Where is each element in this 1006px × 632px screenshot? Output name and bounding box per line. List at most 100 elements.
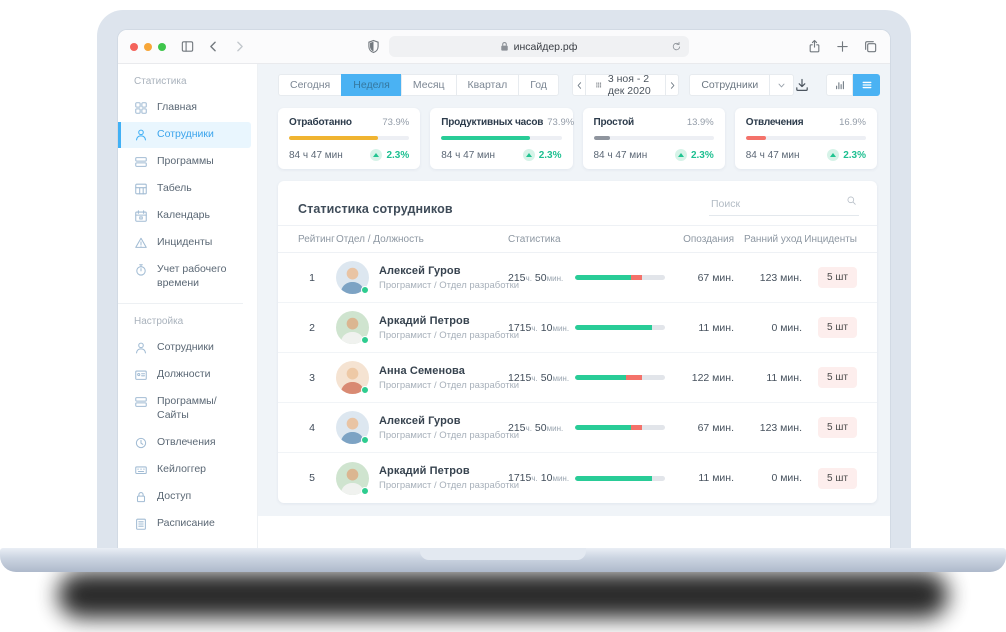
sidebar-item-label: Должности — [157, 368, 211, 381]
filters-toolbar: Сегодня Неделя Месяц Квартал Год 3 ноя -… — [278, 73, 881, 97]
close-window-button[interactable] — [130, 42, 138, 51]
new-tab-icon[interactable] — [835, 39, 850, 54]
statistics-cell: 1715ч. 10мин. — [508, 322, 673, 334]
period-tab[interactable]: Месяц — [400, 74, 457, 96]
sidebar-item[interactable]: Отвлечения — [118, 430, 251, 456]
address-bar[interactable]: инсайдер.рф — [388, 36, 689, 57]
sidebar-item-label: Календарь — [157, 209, 210, 221]
back-icon[interactable] — [206, 39, 221, 54]
change-badge: 2.3% — [522, 149, 562, 161]
stat-card-title: Отвлечения — [745, 117, 804, 128]
stat-card-percent: 13.9% — [686, 117, 714, 128]
sidebar-toggle-icon[interactable] — [180, 39, 195, 54]
sidebar-item[interactable]: Календарь — [118, 203, 251, 229]
laptop-shadow — [58, 572, 948, 618]
table-row[interactable]: 2 Аркадий Петров Програмист / Отдел разр… — [278, 303, 877, 353]
sidebar-item-label: Расписание — [157, 516, 215, 529]
sidebar-item[interactable]: Программы/Сайты — [118, 389, 251, 428]
column-header: Рейтинг — [298, 233, 335, 245]
sidebar-item[interactable]: Сотрудники — [118, 335, 251, 361]
statistics-cell: 215ч. 50мин. — [508, 422, 673, 434]
period-tab[interactable]: Год — [518, 74, 559, 96]
stat-card-percent: 16.9% — [839, 117, 866, 128]
period-tab[interactable]: Неделя — [341, 74, 402, 96]
sidebar-item[interactable]: Инциденты — [118, 230, 251, 256]
sidebar-item-icon — [134, 155, 148, 169]
employee-role: Програмист / Отдел разработки — [379, 429, 520, 441]
time-value: 1715ч. 10мин. — [508, 472, 570, 484]
sidebar-item-label: Доступ — [157, 489, 192, 502]
incidents-badge: 5 шт — [818, 367, 857, 388]
period-tab[interactable]: Сегодня — [278, 74, 343, 96]
zoom-window-button[interactable] — [158, 42, 166, 51]
sidebar-item[interactable]: Учет рабочего времени — [118, 257, 251, 296]
sidebar-item[interactable]: Программы — [118, 149, 251, 175]
forward-icon[interactable] — [232, 39, 247, 54]
activity-bar — [575, 325, 665, 330]
sidebar-item-label: Отвлечения — [157, 435, 216, 448]
incidents-badge: 5 шт — [818, 417, 857, 438]
hamburger-icon — [861, 79, 873, 91]
sidebar-item-label: Табель — [157, 182, 192, 194]
late-cell: 122 мин. — [691, 371, 734, 384]
sidebar-item-label: Кейлоггер — [157, 462, 207, 475]
date-range-picker: 3 ноя - 2 дек 2020 — [571, 73, 680, 97]
rank-cell: 1 — [309, 271, 315, 284]
rank-cell: 4 — [309, 421, 315, 434]
chart-view-button[interactable] — [826, 74, 854, 96]
sidebar-item[interactable]: Сотрудники — [118, 122, 251, 148]
reload-icon[interactable] — [671, 41, 682, 52]
browser-window: инсайдер.рф Статистика Главная Сотрудник… — [118, 30, 890, 548]
sidebar-item[interactable]: Кейлоггер — [118, 457, 251, 483]
sidebar-item-label: Учет рабочего времени — [157, 263, 227, 289]
column-header: Отдел / Должность — [336, 233, 424, 245]
share-icon[interactable] — [807, 39, 822, 54]
sidebar-item[interactable]: Расписание — [118, 511, 251, 537]
sidebar-section-settings: Сотрудники Должности Программы/Сайты Отв… — [118, 335, 257, 536]
sidebar-item[interactable]: Доступ — [118, 484, 251, 510]
shield-icon[interactable] — [366, 39, 381, 54]
table-row[interactable]: 1 Алексей Гуров Програмист / Отдел разра… — [278, 253, 877, 303]
table-row[interactable]: 5 Аркадий Петров Програмист / Отдел разр… — [278, 453, 877, 503]
stat-card-bar — [745, 136, 866, 140]
sidebar-item[interactable]: Табель — [118, 176, 251, 202]
early-leave-cell: 123 мин. — [759, 421, 802, 434]
minimize-window-button[interactable] — [144, 42, 152, 51]
table-row[interactable]: 3 Анна Семенова Програмист / Отдел разра… — [278, 353, 877, 403]
sidebar-item[interactable]: Главная — [118, 95, 251, 121]
time-value: 1215ч. 50мин. — [508, 371, 570, 384]
date-range-field[interactable]: 3 ноя - 2 дек 2020 — [585, 73, 666, 97]
laptop-screen: инсайдер.рф Статистика Главная Сотрудник… — [97, 10, 911, 548]
stat-card-bar — [289, 136, 410, 140]
arrow-up-icon — [674, 149, 687, 161]
period-tabs: Сегодня Неделя Месяц Квартал Год — [278, 74, 559, 96]
period-tab[interactable]: Квартал — [455, 74, 520, 96]
prev-period-button[interactable] — [571, 74, 587, 96]
period-tab-label: Сегодня — [290, 79, 331, 91]
table-row[interactable]: 4 Алексей Гуров Програмист / Отдел разра… — [278, 403, 877, 453]
tabs-icon[interactable] — [863, 39, 878, 54]
window-controls — [130, 42, 166, 51]
stat-card-time: 84 ч 47 мин — [593, 149, 648, 161]
next-period-button[interactable] — [664, 74, 680, 96]
list-view-button[interactable] — [853, 74, 881, 96]
scope-select[interactable]: Сотрудники — [689, 74, 795, 96]
sidebar-item-icon — [134, 263, 148, 277]
avatar — [336, 311, 369, 344]
statistics-cell: 215ч. 50мин. — [508, 272, 673, 284]
download-icon[interactable] — [794, 75, 810, 95]
sidebar-item-icon — [134, 368, 148, 382]
sidebar-item[interactable]: Должности — [118, 362, 251, 388]
search-box — [709, 194, 859, 216]
stat-card: Продуктивных часов 73.9% 84 ч 47 мин 2.3… — [430, 108, 575, 169]
stat-card-percent: 73.9% — [547, 117, 575, 128]
employee-name: Анна Семенова — [379, 364, 465, 377]
search-input[interactable] — [709, 196, 859, 216]
avatar — [336, 361, 369, 394]
period-tab-label: Квартал — [467, 79, 508, 91]
rank-cell: 2 — [309, 321, 315, 334]
date-range-text: 3 ноя - 2 дек 2020 — [607, 73, 651, 97]
change-badge: 2.3% — [674, 149, 714, 161]
sidebar-item-icon — [134, 101, 148, 115]
employee-name: Алексей Гуров — [379, 414, 461, 427]
